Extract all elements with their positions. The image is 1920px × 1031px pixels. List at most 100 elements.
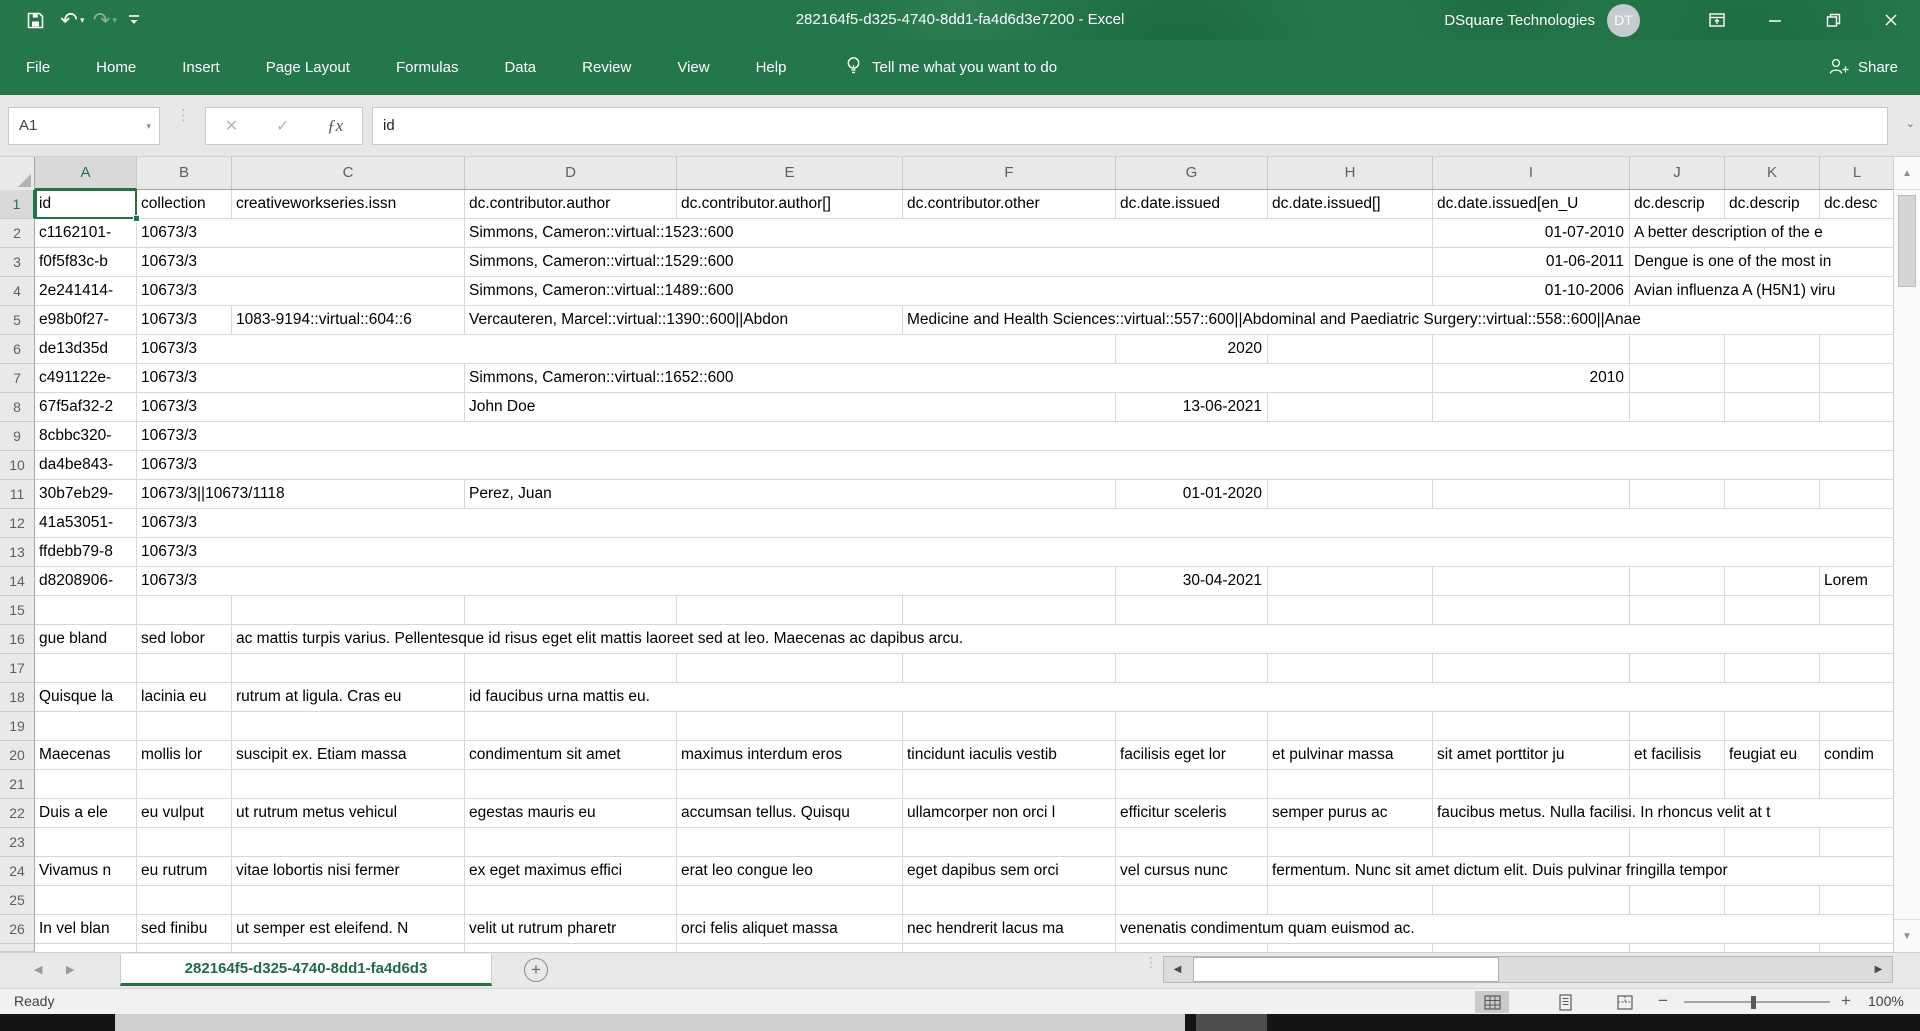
enter-icon[interactable]: ✓ bbox=[276, 116, 289, 136]
cell-F26[interactable]: nec hendrerit lacus ma bbox=[907, 915, 1113, 943]
tab-view[interactable]: View bbox=[675, 59, 711, 76]
row-header-9[interactable]: 9 bbox=[0, 422, 35, 451]
cell-G20[interactable]: facilisis eget lor bbox=[1120, 741, 1265, 769]
cell-D18[interactable]: id faucibus urna mattis eu. bbox=[469, 683, 1886, 711]
cell-G22[interactable]: efficitur sceleris bbox=[1120, 799, 1265, 827]
row-header-8[interactable]: 8 bbox=[0, 393, 35, 422]
normal-view-icon[interactable] bbox=[1475, 991, 1509, 1013]
cell-B11[interactable]: 10673/3||10673/1118 bbox=[141, 480, 462, 508]
expand-formula-bar-icon[interactable]: ⌄ bbox=[1906, 117, 1915, 130]
cell-E20[interactable]: maximus interdum eros bbox=[681, 741, 900, 769]
cell-B13[interactable]: 10673/3 bbox=[141, 538, 1886, 566]
cell-J4[interactable]: Avian influenza A (H5N1) viru bbox=[1634, 277, 1886, 305]
cell-B10[interactable]: 10673/3 bbox=[141, 451, 1886, 479]
ribbon-display-options-icon[interactable] bbox=[1688, 0, 1746, 40]
prev-sheet-icon[interactable]: ◀ bbox=[34, 953, 42, 986]
cell-A16[interactable]: gue bland bbox=[39, 625, 134, 653]
vertical-scrollbar[interactable]: ▲ ▼ bbox=[1893, 157, 1920, 952]
cell-D26[interactable]: velit ut rutrum pharetr bbox=[469, 915, 674, 943]
cell-L14[interactable]: Lorem bbox=[1824, 567, 1886, 595]
row-header-6[interactable]: 6 bbox=[0, 335, 35, 364]
tell-me-box[interactable]: Tell me what you want to do bbox=[845, 40, 1057, 95]
cell-I1[interactable]: dc.date.issued[en_U bbox=[1437, 190, 1627, 218]
column-header-I[interactable]: I bbox=[1433, 157, 1630, 189]
cell-I2[interactable]: 01-07-2010 bbox=[1435, 219, 1624, 247]
cell-A24[interactable]: Vivamus n bbox=[39, 857, 134, 885]
row-header-22[interactable]: 22 bbox=[0, 799, 35, 828]
fill-handle[interactable] bbox=[133, 215, 140, 222]
cell-B3[interactable]: 10673/3 bbox=[141, 248, 462, 276]
scroll-down-icon[interactable]: ▼ bbox=[1894, 919, 1920, 952]
cell-B22[interactable]: eu vulput bbox=[141, 799, 229, 827]
cell-L1[interactable]: dc.desc bbox=[1824, 190, 1886, 218]
row-header-21[interactable]: 21 bbox=[0, 770, 35, 799]
cell-J20[interactable]: et facilisis bbox=[1634, 741, 1722, 769]
cell-D7[interactable]: Simmons, Cameron::virtual::1652::600 bbox=[469, 364, 1430, 392]
column-header-D[interactable]: D bbox=[465, 157, 677, 189]
save-icon[interactable] bbox=[18, 0, 52, 40]
cell-B4[interactable]: 10673/3 bbox=[141, 277, 462, 305]
cell-A26[interactable]: In vel blan bbox=[39, 915, 134, 943]
cell-B18[interactable]: lacinia eu bbox=[141, 683, 229, 711]
cell-I3[interactable]: 01-06-2011 bbox=[1435, 248, 1624, 276]
cell-G1[interactable]: dc.date.issued bbox=[1120, 190, 1265, 218]
row-header-1[interactable]: 1 bbox=[0, 190, 35, 219]
formula-input[interactable]: id bbox=[372, 107, 1888, 145]
cell-A9[interactable]: 8cbbc320- bbox=[39, 422, 134, 450]
cell-A5[interactable]: e98b0f27- bbox=[39, 306, 134, 334]
cell-C5[interactable]: 1083-9194::virtual::604::6 bbox=[236, 306, 462, 334]
cell-B26[interactable]: sed finibu bbox=[141, 915, 229, 943]
vertical-scrollbar-thumb[interactable] bbox=[1898, 195, 1916, 287]
next-sheet-icon[interactable]: ▶ bbox=[66, 953, 74, 986]
zoom-percentage[interactable]: 100% bbox=[1868, 989, 1904, 1014]
cell-A20[interactable]: Maecenas bbox=[39, 741, 134, 769]
zoom-out-icon[interactable]: − bbox=[1658, 989, 1668, 1013]
cell-G11[interactable]: 01-01-2020 bbox=[1118, 480, 1262, 508]
row-header-7[interactable]: 7 bbox=[0, 364, 35, 393]
minimize-button[interactable] bbox=[1746, 0, 1804, 40]
cell-A8[interactable]: 67f5af32-2 bbox=[39, 393, 134, 421]
row-header-partial[interactable] bbox=[0, 944, 35, 952]
row-header-26[interactable]: 26 bbox=[0, 915, 35, 944]
cell-L20[interactable]: condim bbox=[1824, 741, 1886, 769]
column-header-C[interactable]: C bbox=[232, 157, 465, 189]
scroll-right-icon[interactable]: ▶ bbox=[1865, 957, 1892, 982]
row-header-2[interactable]: 2 bbox=[0, 219, 35, 248]
tab-home[interactable]: Home bbox=[94, 59, 138, 76]
customize-quick-access-icon[interactable] bbox=[117, 0, 151, 40]
cell-A22[interactable]: Duis a ele bbox=[39, 799, 134, 827]
zoom-slider-thumb[interactable] bbox=[1751, 996, 1756, 1009]
cell-H20[interactable]: et pulvinar massa bbox=[1272, 741, 1430, 769]
column-header-H[interactable]: H bbox=[1268, 157, 1433, 189]
cell-C18[interactable]: rutrum at ligula. Cras eu bbox=[236, 683, 462, 711]
cell-H22[interactable]: semper purus ac bbox=[1272, 799, 1430, 827]
cell-B2[interactable]: 10673/3 bbox=[141, 219, 462, 247]
scroll-left-icon[interactable]: ◀ bbox=[1164, 957, 1191, 982]
cell-B6[interactable]: 10673/3 bbox=[141, 335, 1113, 363]
row-header-12[interactable]: 12 bbox=[0, 509, 35, 538]
column-header-L[interactable]: L bbox=[1820, 157, 1893, 189]
row-header-13[interactable]: 13 bbox=[0, 538, 35, 567]
cell-G14[interactable]: 30-04-2021 bbox=[1118, 567, 1262, 595]
cell-C26[interactable]: ut semper est eleifend. N bbox=[236, 915, 462, 943]
cell-I4[interactable]: 01-10-2006 bbox=[1435, 277, 1624, 305]
name-box[interactable]: A1 ▾ bbox=[8, 107, 160, 145]
cell-C1[interactable]: creativeworkseries.issn bbox=[236, 190, 462, 218]
cell-E24[interactable]: erat leo congue leo bbox=[681, 857, 900, 885]
tab-insert[interactable]: Insert bbox=[180, 59, 222, 76]
cell-H1[interactable]: dc.date.issued[] bbox=[1272, 190, 1430, 218]
cell-I22[interactable]: faucibus metus. Nulla facilisi. In rhonc… bbox=[1437, 799, 1886, 827]
cell-K20[interactable]: feugiat eu bbox=[1729, 741, 1817, 769]
cancel-icon[interactable]: ✕ bbox=[225, 116, 238, 136]
cell-I20[interactable]: sit amet porttitor ju bbox=[1437, 741, 1627, 769]
cell-G8[interactable]: 13-06-2021 bbox=[1118, 393, 1262, 421]
cell-B12[interactable]: 10673/3 bbox=[141, 509, 1886, 537]
row-header-3[interactable]: 3 bbox=[0, 248, 35, 277]
cell-D22[interactable]: egestas mauris eu bbox=[469, 799, 674, 827]
cell-A12[interactable]: 41a53051- bbox=[39, 509, 134, 537]
cell-D8[interactable]: John Doe bbox=[469, 393, 1113, 421]
cell-J2[interactable]: A better description of the e bbox=[1634, 219, 1886, 247]
cell-I7[interactable]: 2010 bbox=[1435, 364, 1624, 392]
row-header-17[interactable]: 17 bbox=[0, 654, 35, 683]
avatar[interactable]: DT bbox=[1607, 4, 1640, 37]
